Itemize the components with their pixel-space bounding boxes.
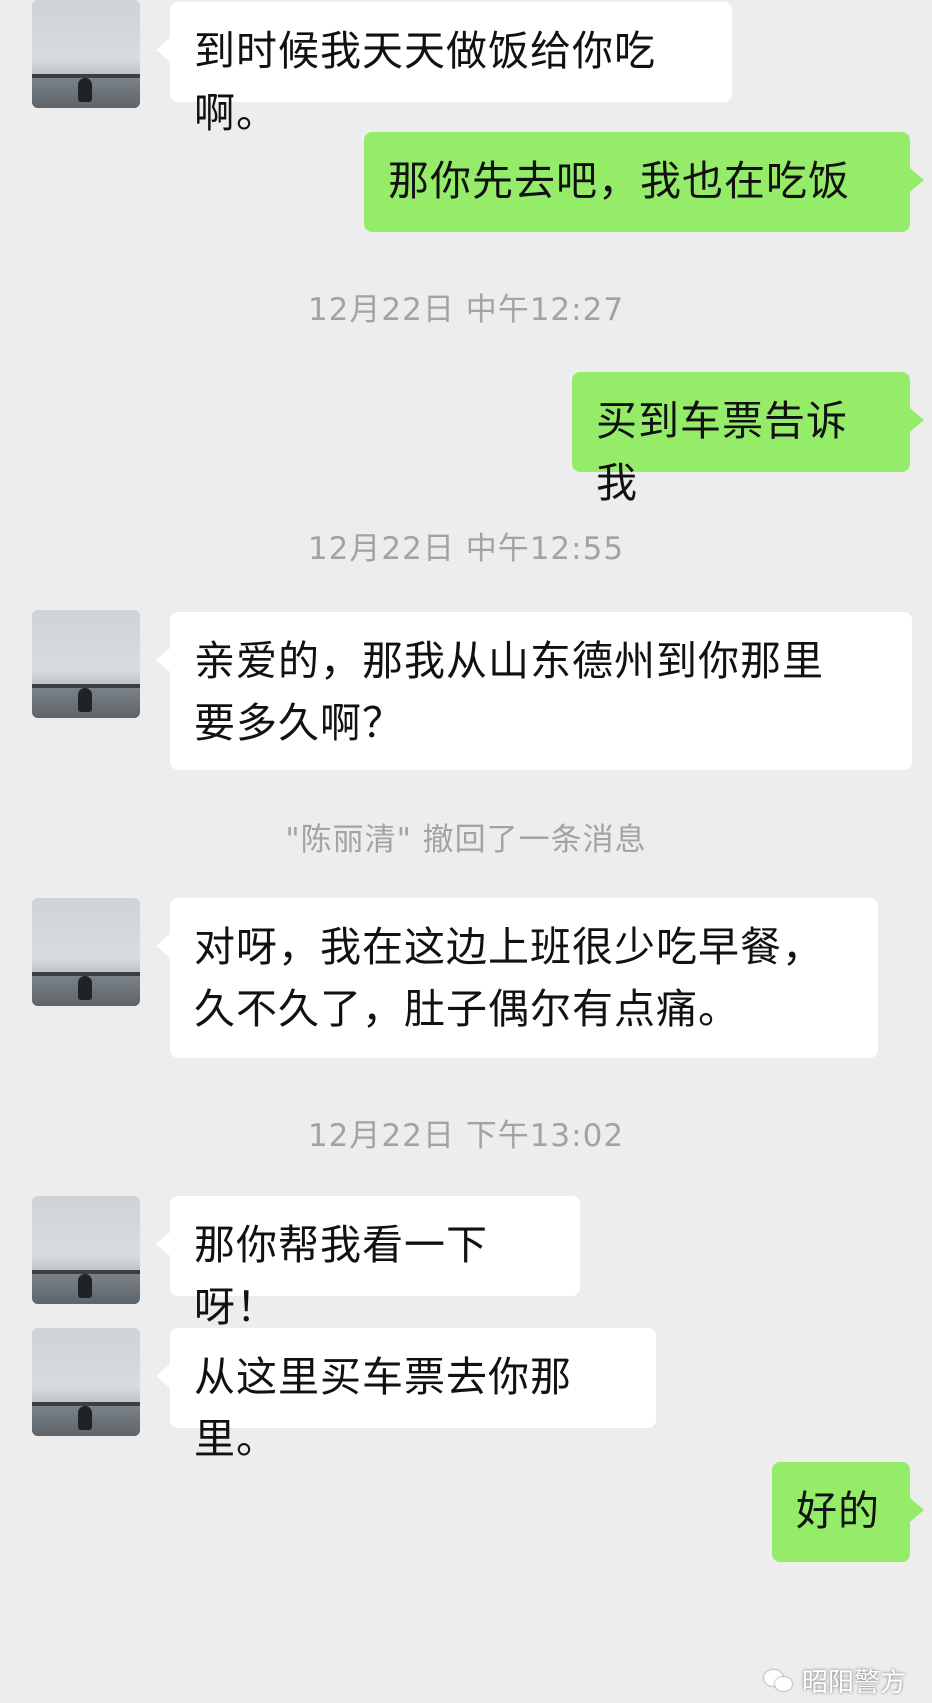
message-text-line: 对呀，我在这边上班很少吃早餐， bbox=[194, 923, 824, 971]
timestamp: 12月22日 中午12:55 bbox=[307, 531, 625, 567]
contact-avatar[interactable] bbox=[32, 0, 140, 108]
recall-notice: "陈丽清" 撤回了一条消息 bbox=[285, 822, 647, 858]
message-text-line: 要多久啊？ bbox=[194, 699, 404, 747]
watermark-text: 昭阳警方 bbox=[801, 1668, 906, 1698]
message-text: 从这里买车票去你那里。 bbox=[194, 1353, 572, 1463]
incoming-message-bubble[interactable]: 从这里买车票去你那里。 bbox=[156, 1328, 656, 1463]
wechat-icon bbox=[763, 1668, 794, 1694]
outgoing-message-bubble[interactable]: 好的 bbox=[772, 1462, 924, 1562]
timestamp: 12月22日 下午13:02 bbox=[307, 1118, 625, 1154]
incoming-message-bubble[interactable]: 到时候我天天做饭给你吃啊。 bbox=[156, 2, 732, 137]
message-text: 好的 bbox=[796, 1487, 880, 1535]
contact-avatar[interactable] bbox=[32, 610, 140, 718]
watermark: 昭阳警方 bbox=[763, 1662, 906, 1699]
contact-avatar[interactable] bbox=[32, 898, 140, 1006]
message-text-line: 久不久了，肚子偶尔有点痛。 bbox=[194, 985, 740, 1033]
chat-area[interactable]: 到时候我天天做饭给你吃啊。 那你先去吧，我也在吃饭 12月22日 中午12:27… bbox=[0, 0, 932, 1703]
message-text: 到时候我天天做饭给你吃啊。 bbox=[194, 27, 656, 137]
message-text: 买到车票告诉我 bbox=[596, 397, 848, 507]
message-text: 那你先去吧，我也在吃饭 bbox=[388, 157, 850, 205]
contact-avatar[interactable] bbox=[32, 1196, 140, 1304]
contact-avatar[interactable] bbox=[32, 1328, 140, 1436]
outgoing-message-bubble[interactable]: 买到车票告诉我 bbox=[572, 372, 924, 507]
incoming-message-bubble[interactable]: 对呀，我在这边上班很少吃早餐， 久不久了，肚子偶尔有点痛。 bbox=[156, 898, 878, 1058]
incoming-message-bubble[interactable]: 亲爱的，那我从山东德州到你那里 要多久啊？ bbox=[156, 612, 912, 770]
message-text: 那你帮我看一下呀！ bbox=[194, 1221, 488, 1331]
message-text-line: 亲爱的，那我从山东德州到你那里 bbox=[194, 637, 824, 685]
incoming-message-bubble[interactable]: 那你帮我看一下呀！ bbox=[156, 1196, 580, 1331]
outgoing-message-bubble[interactable]: 那你先去吧，我也在吃饭 bbox=[364, 132, 924, 232]
timestamp: 12月22日 中午12:27 bbox=[307, 292, 625, 328]
